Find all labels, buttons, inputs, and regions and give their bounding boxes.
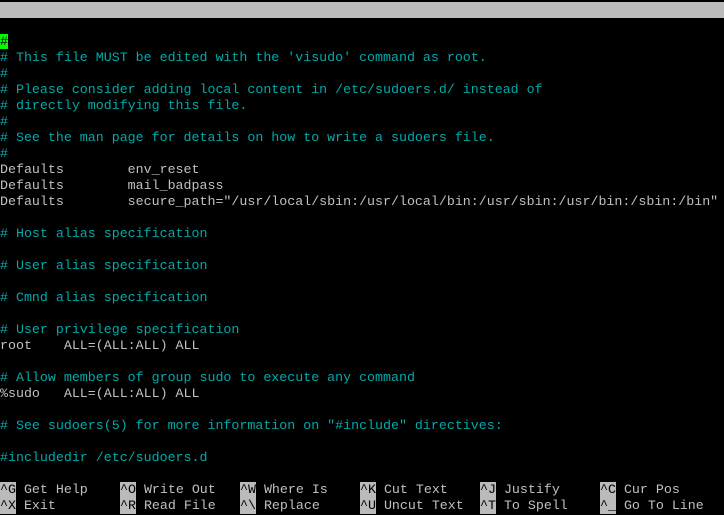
shortcut-label: Where Is	[263, 482, 328, 497]
shortcut-cut-text[interactable]: ^K Cut Text	[360, 482, 448, 498]
shortcut-label: Replace	[263, 498, 320, 513]
shortcut-key: ^U	[360, 498, 376, 514]
comment-line: #	[0, 114, 8, 129]
comment-line: #	[0, 34, 8, 50]
shortcut-key: ^J	[480, 482, 496, 498]
code-line: Defaults mail_badpass	[0, 178, 224, 193]
shortcut-label: Write Out	[143, 482, 216, 497]
shortcut-label: To Spell	[503, 498, 568, 513]
comment-line: #	[0, 146, 8, 161]
shortcut-label: Read File	[143, 498, 216, 513]
shortcut-key: ^G	[0, 482, 16, 498]
shortcut-key: ^C	[600, 482, 616, 498]
comment-line: # This file MUST be edited with the 'vis…	[0, 50, 487, 65]
shortcut-key: ^R	[120, 498, 136, 514]
comment-line: # User privilege specification	[0, 322, 240, 337]
shortcut-label: Justify	[503, 482, 560, 497]
shortcut-label: Cut Text	[383, 482, 448, 497]
code-line: Defaults env_reset	[0, 162, 200, 177]
file-name: /etc/sudoers.tmp	[313, 34, 441, 49]
code-line: %sudo ALL=(ALL:ALL) ALL	[0, 386, 200, 401]
title-bar: GNU nano 3.2 /etc/sudoers.tmp	[0, 2, 724, 49]
shortcut-write-out[interactable]: ^O Write Out	[120, 482, 216, 498]
app-name: GNU nano 3.2	[16, 18, 112, 33]
comment-line: #	[0, 66, 8, 81]
shortcut-exit[interactable]: ^X Exit	[0, 498, 56, 514]
shortcut-cur-pos[interactable]: ^C Cur Pos	[600, 482, 680, 498]
comment-line: # User alias specification	[0, 258, 208, 273]
shortcut-key: ^T	[480, 498, 496, 514]
shortcut-key: ^W	[240, 482, 256, 498]
shortcut-key: ^\	[240, 498, 256, 514]
shortcut-label: Uncut Text	[383, 498, 464, 513]
shortcut-replace[interactable]: ^\ Replace	[240, 498, 320, 514]
comment-line: # Host alias specification	[0, 226, 208, 241]
shortcut-key: ^_	[600, 498, 616, 514]
shortcut-get-help[interactable]: ^G Get Help	[0, 482, 88, 498]
comment-line: #includedir /etc/sudoers.d	[0, 450, 208, 465]
shortcut-uncut-text[interactable]: ^U Uncut Text	[360, 498, 464, 514]
shortcut-label: Get Help	[23, 482, 88, 497]
code-line: root ALL=(ALL:ALL) ALL	[0, 338, 200, 353]
comment-line: # See sudoers(5) for more information on…	[0, 418, 503, 433]
shortcut-key: ^K	[360, 482, 376, 498]
comment-line: # Please consider adding local content i…	[0, 82, 543, 97]
shortcut-label: Exit	[23, 498, 56, 513]
shortcut-justify[interactable]: ^J Justify	[480, 482, 560, 498]
comment-line: # Allow members of group sudo to execute…	[0, 370, 415, 385]
shortcut-go-to-line[interactable]: ^_ Go To Line	[600, 498, 704, 514]
shortcut-label: Cur Pos	[623, 482, 680, 497]
shortcut-key: ^O	[120, 482, 136, 498]
shortcut-read-file[interactable]: ^R Read File	[120, 498, 216, 514]
shortcut-to-spell[interactable]: ^T To Spell	[480, 498, 568, 514]
comment-line: # See the man page for details on how to…	[0, 130, 495, 145]
shortcut-where-is[interactable]: ^W Where Is	[240, 482, 328, 498]
comment-line: # directly modifying this file.	[0, 98, 248, 113]
text-cursor: #	[0, 34, 8, 49]
code-line: Defaults secure_path="/usr/local/sbin:/u…	[0, 194, 719, 209]
shortcut-key: ^X	[0, 498, 16, 514]
comment-line: # Cmnd alias specification	[0, 290, 208, 305]
shortcut-label: Go To Line	[623, 498, 704, 513]
